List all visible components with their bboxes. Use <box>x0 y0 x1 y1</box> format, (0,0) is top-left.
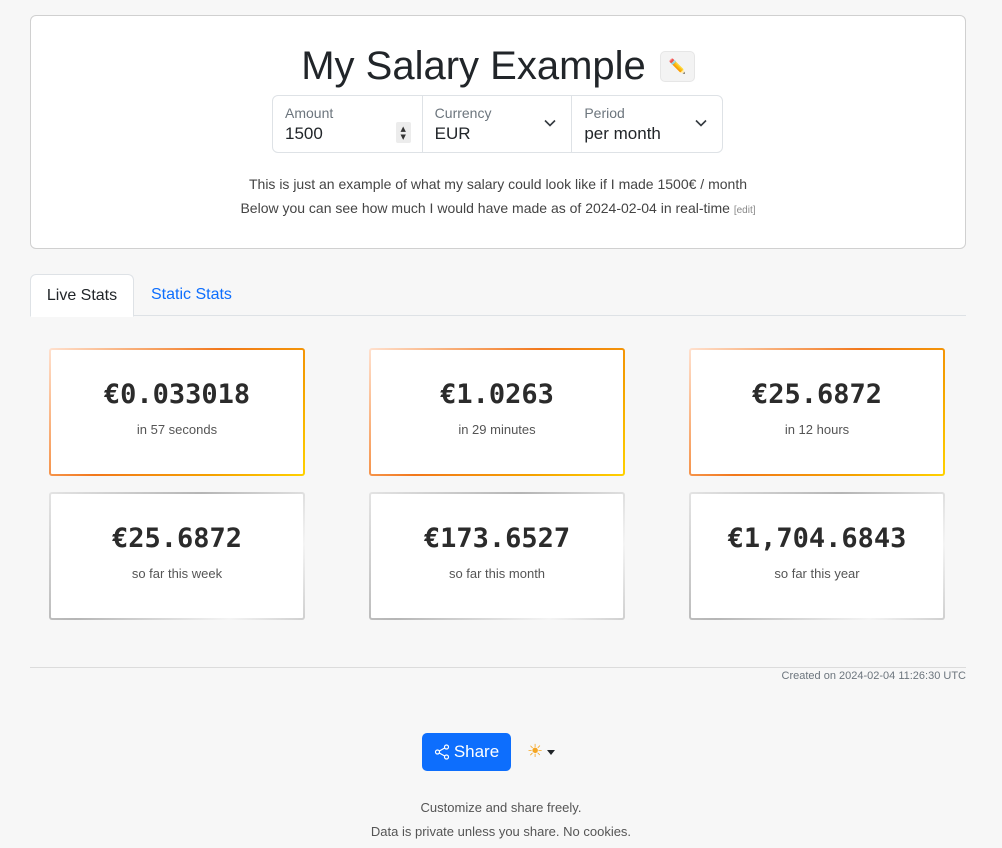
amount-input[interactable]: 1500 <box>285 123 410 145</box>
currency-value[interactable]: EUR <box>435 123 560 145</box>
chevron-down-icon <box>544 119 556 127</box>
page: My Salary Example ✏️ Amount 1500 ▲ ▼ Cur… <box>0 0 1002 848</box>
stat-value: €25.6872 <box>751 379 883 410</box>
period-value[interactable]: per month <box>584 123 710 145</box>
stat-card-month: €173.6527 so far this month <box>369 492 625 620</box>
stat-value: €1.0263 <box>440 379 554 410</box>
stat-value: €173.6527 <box>423 523 571 554</box>
theme-dropdown[interactable]: ☀ <box>527 740 556 764</box>
page-title: My Salary Example <box>301 44 646 88</box>
tagline-2: Data is private unless you share. No coo… <box>370 824 632 839</box>
decrement-icon[interactable]: ▼ <box>400 133 405 141</box>
divider <box>30 667 966 668</box>
currency-label: Currency <box>434 105 492 121</box>
tagline-1: Customize and share freely. <box>420 800 582 815</box>
stat-card-year: €1,704.6843 so far this year <box>689 492 945 620</box>
tab-live-stats[interactable]: Live Stats <box>30 274 134 317</box>
share-button[interactable]: Share <box>422 733 511 771</box>
period-select[interactable]: Period per month <box>572 96 722 152</box>
title-row: My Salary Example ✏️ <box>31 44 965 89</box>
stat-value: €0.033018 <box>103 379 251 410</box>
sun-icon: ☀ <box>527 741 544 762</box>
stat-card-week: €25.6872 so far this week <box>49 492 305 620</box>
stat-label: in 12 hours <box>784 422 850 437</box>
amount-label: Amount <box>285 105 334 121</box>
caret-down-icon <box>547 749 556 755</box>
stat-card-seconds: €0.033018 in 57 seconds <box>49 348 305 476</box>
chevron-down-icon <box>695 119 707 127</box>
description-line-2: Below you can see how much I would have … <box>31 196 965 223</box>
stat-card-hours: €25.6872 in 12 hours <box>689 348 945 476</box>
stat-value: €25.6872 <box>111 523 243 554</box>
description-line-2-text: Below you can see how much I would have … <box>240 200 730 216</box>
created-timestamp: Created on 2024-02-04 11:26:30 UTC <box>781 670 966 682</box>
stat-label: so far this month <box>448 566 546 581</box>
amount-stepper[interactable]: ▲ ▼ <box>395 122 411 143</box>
increment-icon[interactable]: ▲ <box>400 125 405 133</box>
salary-settings-card: My Salary Example ✏️ Amount 1500 ▲ ▼ Cur… <box>30 15 966 249</box>
share-icon <box>434 744 449 760</box>
description-line-1: This is just an example of what my salar… <box>248 176 747 192</box>
stat-label: in 57 seconds <box>136 422 218 437</box>
amount-field[interactable]: Amount 1500 ▲ ▼ <box>273 96 423 152</box>
stat-label: in 29 minutes <box>458 422 536 437</box>
edit-title-button[interactable]: ✏️ <box>659 51 695 82</box>
stat-value: €1,704.6843 <box>727 523 907 554</box>
stats-tabs: Live Stats Static Stats <box>30 274 966 317</box>
currency-select[interactable]: Currency EUR <box>423 96 573 152</box>
pencil-icon: ✏️ <box>668 58 686 75</box>
salary-input-group: Amount 1500 ▲ ▼ Currency EUR Period per … <box>272 95 723 153</box>
stat-label: so far this year <box>774 566 860 581</box>
stat-card-minutes: €1.0263 in 29 minutes <box>369 348 625 476</box>
description: This is just an example of what my salar… <box>31 172 965 223</box>
share-label: Share <box>453 742 500 761</box>
tab-static-stats[interactable]: Static Stats <box>135 274 248 316</box>
edit-date-link[interactable]: [edit] <box>734 205 756 216</box>
period-label: Period <box>584 105 625 121</box>
stat-label: so far this week <box>131 566 223 581</box>
